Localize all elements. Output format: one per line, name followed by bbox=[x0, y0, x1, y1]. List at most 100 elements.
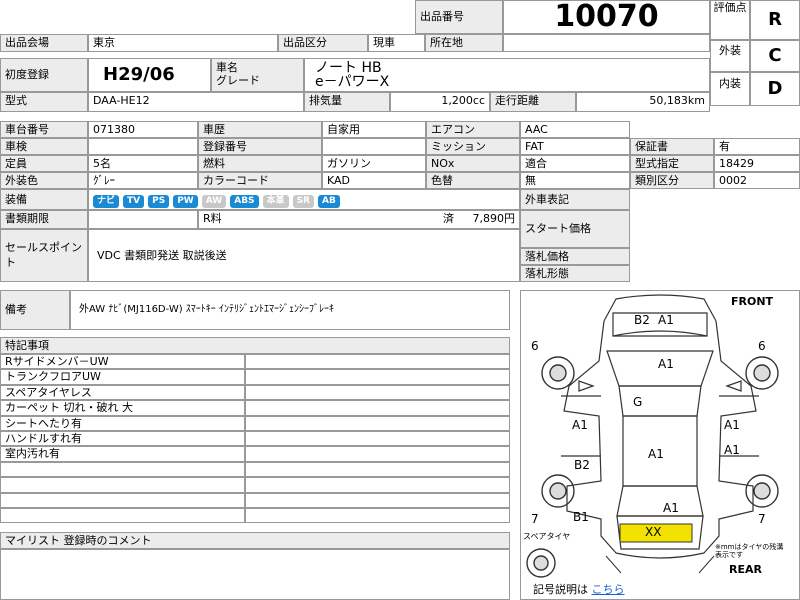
chassis-value: 071380 bbox=[88, 121, 198, 138]
nox-value: 適合 bbox=[520, 155, 630, 172]
interior-grade-label: 内装 bbox=[710, 72, 750, 106]
special-note-row bbox=[0, 477, 510, 493]
condition-diagram: FRONT REAR B2 A1 A1 G A1 A1 A1 B2 A1 A1 … bbox=[520, 290, 800, 600]
special-note-blank bbox=[245, 400, 510, 416]
equipment-badges: ナビ TV PS PW AW ABS 本革 SR AB bbox=[88, 189, 520, 210]
special-note-row: スペアタイヤレス bbox=[0, 384, 510, 401]
venue-value: 東京 bbox=[88, 34, 278, 52]
color-code-value: KAD bbox=[322, 172, 426, 189]
equipment-badge: PS bbox=[148, 195, 170, 208]
tire-rear-right-depth: 7 bbox=[758, 512, 766, 526]
nox-label: NOx bbox=[426, 155, 520, 172]
special-note-row: Rサイドメンバ－UW bbox=[0, 354, 510, 370]
color-value: ｸﾞﾚｰ bbox=[88, 172, 198, 189]
mark-xx: XX bbox=[645, 525, 662, 539]
exterior-grade-label: 外装 bbox=[710, 40, 750, 72]
mark-a1-hood: A1 bbox=[658, 357, 674, 371]
special-note-row bbox=[0, 492, 510, 508]
special-note-blank bbox=[245, 446, 510, 462]
inspection-label: 車検 bbox=[0, 138, 88, 155]
special-note-blank bbox=[245, 461, 510, 478]
warranty-label: 保証書 bbox=[630, 138, 714, 155]
recycle-label: R料 bbox=[203, 212, 222, 225]
car-name-value: ノート HB e－パワーX bbox=[304, 58, 710, 92]
mission-value: FAT bbox=[520, 138, 630, 155]
legend: 記号説明は こちら bbox=[533, 581, 625, 597]
special-note-row: シートへたり有 bbox=[0, 415, 510, 431]
lot-number-label: 出品番号 bbox=[415, 0, 503, 34]
special-note-blank bbox=[245, 492, 510, 508]
special-note-blank bbox=[245, 354, 510, 370]
equipment-badge: 本革 bbox=[262, 195, 289, 208]
special-note-text: トランクフロアUW bbox=[0, 369, 245, 385]
recycle-amount: 7,890円 bbox=[472, 212, 516, 225]
location-label: 所在地 bbox=[425, 34, 503, 52]
first-reg-label: 初度登録 bbox=[0, 58, 88, 92]
equipment-label: 装備 bbox=[0, 189, 88, 210]
mission-label: ミッション bbox=[426, 138, 520, 155]
repaint-value: 無 bbox=[520, 172, 630, 189]
sales-point-label: セールスポイント bbox=[0, 229, 88, 282]
mylist-comment-box[interactable] bbox=[0, 549, 510, 600]
legend-link[interactable]: こちら bbox=[592, 583, 625, 596]
mark-b2-left: B2 bbox=[574, 458, 590, 472]
interior-grade: D bbox=[750, 72, 800, 106]
exterior-notation-label: 外車表記 bbox=[520, 189, 630, 210]
mileage-value: 50,183km bbox=[576, 92, 710, 112]
car-name-label: 車名 グレード bbox=[211, 58, 304, 92]
rear-label: REAR bbox=[729, 563, 762, 576]
tire-rear-left-depth: 7 bbox=[531, 512, 539, 526]
equipment-badge: ABS bbox=[230, 195, 259, 208]
mark-a1-roof: A1 bbox=[658, 313, 674, 327]
capacity-value: 5名 bbox=[88, 155, 198, 172]
venue-label: 出品会場 bbox=[0, 34, 88, 52]
special-note-text bbox=[0, 492, 245, 508]
history-value: 自家用 bbox=[322, 121, 426, 138]
sales-point-text: VDC 書類即発送 取説後送 bbox=[88, 229, 520, 282]
recycle-status: 済 bbox=[443, 212, 454, 225]
displacement-label: 排気量 bbox=[304, 92, 390, 112]
regno-value bbox=[322, 138, 426, 155]
special-notes-label: 特記事項 bbox=[0, 337, 510, 354]
mylist-comment-label: マイリスト 登録時のコメント bbox=[0, 532, 510, 549]
inspection-value bbox=[88, 138, 198, 155]
special-note-text bbox=[0, 477, 245, 493]
tire-front-left-depth: 6 bbox=[531, 339, 539, 353]
special-note-blank bbox=[245, 431, 510, 447]
mark-b1: B1 bbox=[573, 510, 589, 524]
aircon-label: エアコン bbox=[426, 121, 520, 138]
aircon-value: AAC bbox=[520, 121, 630, 138]
first-reg-value: H29/06 bbox=[88, 58, 211, 92]
regno-label: 登録番号 bbox=[198, 138, 322, 155]
front-label: FRONT bbox=[731, 295, 774, 308]
lot-number: 10070 bbox=[503, 0, 710, 34]
repaint-label: 色替 bbox=[426, 172, 520, 189]
location-value bbox=[503, 34, 710, 52]
equipment-badge: AB bbox=[317, 195, 340, 208]
mark-a1-right-rear: A1 bbox=[724, 443, 740, 457]
special-note-row bbox=[0, 508, 510, 524]
mark-a1-trunk: A1 bbox=[663, 501, 679, 515]
equipment-badge: PW bbox=[173, 195, 198, 208]
special-note-row: 室内汚れ有 bbox=[0, 446, 510, 462]
special-note-blank bbox=[245, 384, 510, 401]
category-label: 出品区分 bbox=[278, 34, 368, 52]
special-note-blank bbox=[245, 508, 510, 524]
history-label: 車歴 bbox=[198, 121, 322, 138]
fuel-value: ガソリン bbox=[322, 155, 426, 172]
tread-note: ※mmはタイヤの残溝表示です bbox=[715, 543, 784, 559]
overall-grade: R bbox=[750, 0, 800, 40]
special-note-text: カーペット 切れ・破れ 大 bbox=[0, 400, 245, 416]
equipment-badge: TV bbox=[123, 195, 145, 208]
model-value: DAA-HE12 bbox=[88, 92, 304, 112]
special-note-text: シートへたり有 bbox=[0, 415, 245, 431]
special-note-text: 室内汚れ有 bbox=[0, 446, 245, 462]
mark-a1-left-front: A1 bbox=[572, 418, 588, 432]
type-designation-label: 型式指定 bbox=[630, 155, 714, 172]
mileage-label: 走行距離 bbox=[490, 92, 576, 112]
special-note-text: Rサイドメンバ－UW bbox=[0, 354, 245, 370]
legend-text: 記号説明は bbox=[533, 583, 588, 596]
displacement-value: 1,200cc bbox=[390, 92, 490, 112]
special-note-text bbox=[0, 508, 245, 524]
overall-grade-label: 評価点 bbox=[710, 0, 750, 40]
